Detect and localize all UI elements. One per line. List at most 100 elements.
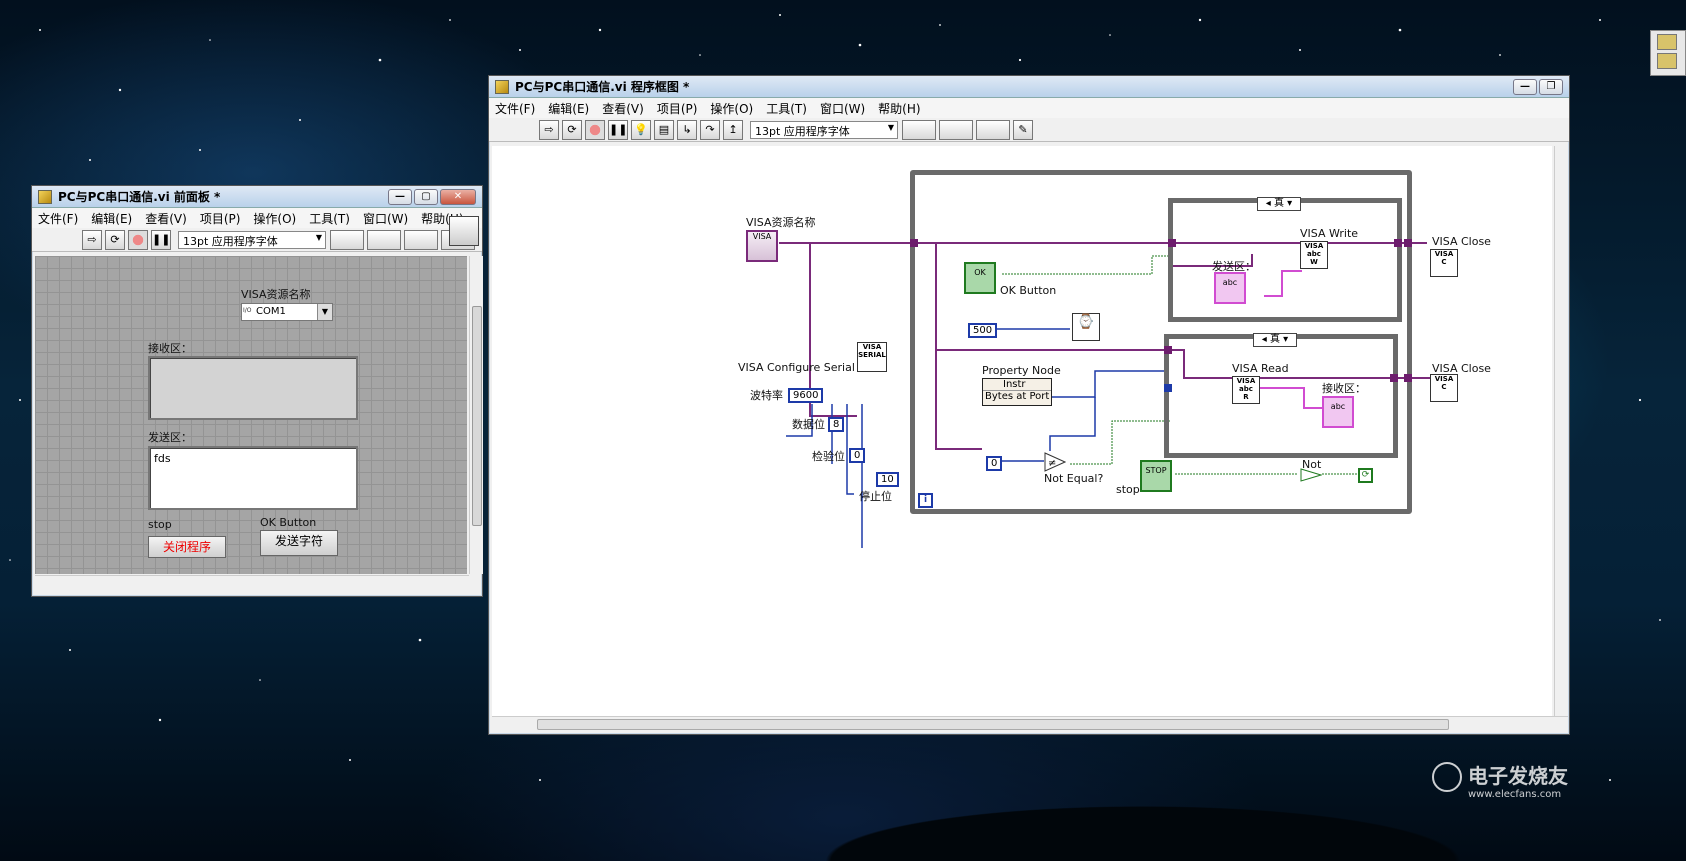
menu-view[interactable]: 查看(V) — [145, 210, 187, 227]
not-equal-icon[interactable]: ≠ — [1044, 452, 1066, 472]
vertical-scrollbar[interactable] — [469, 256, 483, 574]
abort-icon[interactable] — [128, 229, 148, 250]
stop-terminal[interactable]: STOP — [1140, 460, 1172, 492]
restore-button[interactable]: ❐ — [1539, 78, 1563, 95]
font-select[interactable]: 13pt 应用程序字体 — [750, 120, 898, 139]
baud-label: 波特率 — [750, 389, 783, 402]
reorder-icon[interactable] — [976, 119, 1010, 140]
case-structure-read[interactable]: ◂ 真 ▾ — [1164, 333, 1398, 458]
minimize-button[interactable]: — — [1513, 78, 1537, 95]
align-icon[interactable] — [330, 229, 364, 250]
scroll-thumb[interactable] — [472, 306, 482, 526]
menu-operate[interactable]: 操作(O) — [710, 100, 753, 117]
block-diagram-titlebar[interactable]: PC与PC串口通信.vi 程序框图 * — ❐ — [489, 76, 1569, 98]
stop-label: stop — [1116, 483, 1140, 496]
highlight-execution-icon[interactable]: 💡 — [631, 119, 651, 140]
zero-constant[interactable]: 0 — [986, 456, 1003, 471]
databits-constant[interactable]: 8 — [828, 417, 845, 432]
horizontal-scrollbar[interactable] — [492, 716, 1568, 732]
receive-terminal[interactable]: abc — [1322, 396, 1354, 428]
menu-edit[interactable]: 编辑(E) — [548, 100, 589, 117]
menu-tools[interactable]: 工具(T) — [309, 210, 350, 227]
desktop: { "colors": { "visa_wire": "#7a2a7a", "n… — [0, 0, 1686, 861]
menu-operate[interactable]: 操作(O) — [253, 210, 296, 227]
visa-write-label: VISA Write — [1300, 227, 1359, 240]
step-into-icon[interactable]: ↳ — [677, 119, 697, 140]
resize-icon[interactable] — [404, 229, 438, 250]
abort-icon[interactable] — [585, 119, 605, 140]
case-tunnel — [1164, 346, 1172, 354]
step-out-icon[interactable]: ↥ — [723, 119, 743, 140]
stop-button[interactable]: 关闭程序 — [148, 536, 226, 558]
window-title: PC与PC串口通信.vi 前面板 * — [58, 190, 221, 204]
distribute-icon[interactable] — [939, 119, 973, 140]
menu-window[interactable]: 窗口(W) — [820, 100, 865, 117]
ok-label: OK Button — [260, 516, 317, 529]
visa-write-subvi[interactable]: VISA abc W — [1300, 241, 1328, 269]
property-node[interactable]: Instr Bytes at Port — [982, 378, 1052, 406]
window-title: PC与PC串口通信.vi 程序框图 * — [515, 80, 690, 94]
filter-icon[interactable] — [1657, 53, 1677, 69]
run-arrow-icon[interactable]: ⇨ — [539, 119, 559, 140]
parity-constant[interactable]: 0 — [849, 448, 866, 463]
case-structure-write[interactable]: ◂ 真 ▾ — [1168, 197, 1402, 322]
menu-tools[interactable]: 工具(T) — [766, 100, 807, 117]
send-label: 发送区： — [148, 431, 192, 444]
visa-close-subvi-1[interactable]: VISA C — [1430, 249, 1458, 277]
visa-configure-subvi[interactable]: VISA SERIAL — [857, 342, 887, 372]
vi-icon[interactable] — [449, 216, 479, 246]
step-over-icon[interactable]: ↷ — [700, 119, 720, 140]
run-continuously-icon[interactable]: ⟳ — [105, 229, 125, 250]
align-icon[interactable] — [902, 119, 936, 140]
close-button[interactable]: ✕ — [440, 188, 476, 205]
tool-icon[interactable] — [1657, 34, 1677, 50]
visa-close-subvi-2[interactable]: VISA C — [1430, 374, 1458, 402]
loop-tunnel — [1404, 239, 1412, 247]
wait-constant[interactable]: 500 — [968, 323, 998, 338]
maximize-button[interactable]: ▢ — [414, 188, 438, 205]
vertical-scrollbar[interactable] — [1554, 146, 1568, 716]
clean-up-icon[interactable]: ✎ — [1013, 119, 1033, 140]
front-panel-titlebar[interactable]: PC与PC串口通信.vi 前面板 * — ▢ ✕ — [32, 186, 482, 208]
recv-label: 接收区： — [1322, 382, 1366, 395]
run-arrow-icon[interactable]: ⇨ — [82, 229, 102, 250]
visa-read-subvi[interactable]: VISA abc R — [1232, 376, 1260, 404]
baud-constant[interactable]: 9600 — [788, 388, 824, 403]
menu-view[interactable]: 查看(V) — [602, 100, 644, 117]
case-selector[interactable]: ◂ 真 ▾ — [1253, 333, 1297, 347]
font-select[interactable]: 13pt 应用程序字体 — [178, 230, 326, 249]
case-tunnel — [1164, 384, 1172, 392]
not-icon[interactable] — [1300, 468, 1322, 482]
ok-button[interactable]: 发送字符 — [260, 530, 338, 556]
side-toolbar[interactable] — [1650, 30, 1686, 76]
wait-ms-icon[interactable]: ⌚ — [1072, 313, 1100, 341]
ok-button-terminal[interactable]: OK — [964, 262, 996, 294]
pause-icon[interactable]: ❚❚ — [608, 119, 628, 140]
menu-help[interactable]: 帮助(H) — [878, 100, 920, 117]
iteration-terminal[interactable]: i — [918, 493, 933, 508]
send-control[interactable]: fds — [148, 446, 358, 510]
menu-project[interactable]: 项目(P) — [657, 100, 698, 117]
loop-condition-terminal[interactable]: ⟳ — [1358, 468, 1373, 483]
visa-resource-control[interactable]: COM1 — [241, 303, 333, 321]
databits-label: 数据位 — [792, 418, 825, 431]
stop-label: stop — [148, 518, 172, 531]
menu-window[interactable]: 窗口(W) — [363, 210, 408, 227]
send-terminal[interactable]: abc — [1214, 272, 1246, 304]
case-selector[interactable]: ◂ 真 ▾ — [1257, 197, 1301, 211]
ok-terminal-text: OK — [974, 268, 986, 277]
run-continuously-icon[interactable]: ⟳ — [562, 119, 582, 140]
menu-edit[interactable]: 编辑(E) — [91, 210, 132, 227]
retain-wire-values-icon[interactable]: ▤ — [654, 119, 674, 140]
stopbits-constant[interactable]: 10 — [876, 472, 899, 487]
horizontal-scrollbar[interactable] — [35, 575, 469, 591]
scroll-thumb[interactable] — [537, 719, 1449, 730]
visa-resource-terminal[interactable]: VISA — [746, 230, 778, 262]
stop-terminal-text: STOP — [1145, 466, 1167, 475]
menu-file[interactable]: 文件(F) — [495, 100, 535, 117]
menu-file[interactable]: 文件(F) — [38, 210, 78, 227]
pause-icon[interactable]: ❚❚ — [151, 229, 171, 250]
minimize-button[interactable]: — — [388, 188, 412, 205]
menu-project[interactable]: 项目(P) — [200, 210, 241, 227]
distribute-icon[interactable] — [367, 229, 401, 250]
